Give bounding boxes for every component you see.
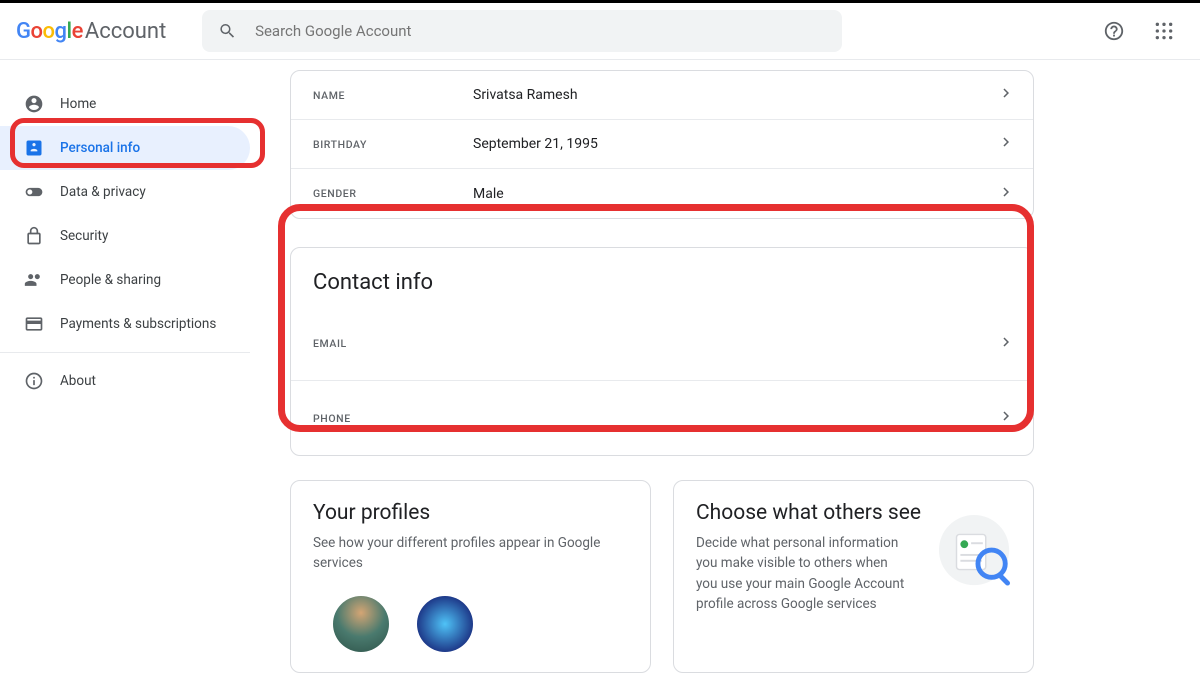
your-profiles-card[interactable]: Your profiles See how your different pro… (290, 480, 651, 673)
two-column-cards: Your profiles See how your different pro… (290, 480, 1034, 673)
help-icon (1103, 20, 1125, 42)
sidebar-item-label: Data & privacy (60, 184, 146, 200)
profile-avatar-1[interactable] (333, 596, 389, 652)
row-gender[interactable]: GENDER Male (291, 169, 1033, 218)
apps-grid-icon (1154, 21, 1174, 41)
sidebar-item-home[interactable]: Home (0, 82, 250, 126)
help-button[interactable] (1094, 11, 1134, 51)
profiles-avatars (313, 596, 628, 652)
choose-desc: Decide what personal information you mak… (696, 533, 911, 614)
row-key: EMAIL (313, 337, 473, 350)
chevron-right-icon (997, 84, 1015, 106)
row-phone[interactable]: PHONE (291, 381, 1033, 455)
basic-info-card: NAME Srivatsa Ramesh BIRTHDAY September … (290, 70, 1034, 219)
row-value: Male (473, 186, 504, 202)
row-key: BIRTHDAY (313, 138, 473, 151)
card-icon (24, 314, 44, 334)
row-birthday[interactable]: BIRTHDAY September 21, 1995 (291, 120, 1033, 169)
chevron-right-icon (997, 133, 1015, 155)
sidebar-item-people-sharing[interactable]: People & sharing (0, 258, 250, 302)
apps-button[interactable] (1144, 11, 1184, 51)
row-key: PHONE (313, 412, 473, 425)
contact-info-title: Contact info (291, 270, 1033, 307)
search-icon (218, 21, 237, 41)
chevron-right-icon (997, 407, 1015, 429)
sidebar-item-personal-info[interactable]: Personal info (0, 126, 250, 170)
header: Google Account (0, 3, 1200, 60)
sidebar-item-about[interactable]: About (0, 359, 250, 403)
row-key: NAME (313, 89, 473, 102)
choose-others-see-card[interactable]: Choose what others see Decide what perso… (673, 480, 1034, 673)
chevron-right-icon (997, 183, 1015, 205)
sidebar-item-label: Home (60, 96, 96, 112)
sidebar-item-label: People & sharing (60, 272, 161, 288)
row-name[interactable]: NAME Srivatsa Ramesh (291, 71, 1033, 120)
sidebar-item-payments[interactable]: Payments & subscriptions (0, 302, 250, 346)
row-key: GENDER (313, 187, 473, 200)
id-card-icon (24, 138, 44, 158)
row-email[interactable]: EMAIL (291, 307, 1033, 381)
people-icon (24, 270, 44, 290)
profiles-desc: See how your different profiles appear i… (313, 533, 628, 574)
row-value: September 21, 1995 (473, 136, 598, 152)
sidebar-item-label: Security (60, 228, 108, 244)
sidebar-item-data-privacy[interactable]: Data & privacy (0, 170, 250, 214)
chevron-right-icon (997, 333, 1015, 355)
search-container[interactable] (202, 10, 842, 52)
main-content: NAME Srivatsa Ramesh BIRTHDAY September … (280, 60, 1200, 673)
profile-avatar-2[interactable] (417, 596, 473, 652)
person-circle-icon (24, 94, 44, 114)
sidebar-item-label: Personal info (60, 140, 140, 156)
sidebar-item-label: About (60, 373, 96, 389)
sidebar-item-label: Payments & subscriptions (60, 316, 216, 332)
contact-info-card: Contact info EMAIL PHONE (290, 247, 1034, 456)
row-value: Srivatsa Ramesh (473, 87, 578, 103)
sidebar-divider (0, 352, 250, 353)
logo-account-text: Account (85, 19, 166, 44)
sidebar-item-security[interactable]: Security (0, 214, 250, 258)
profiles-title: Your profiles (313, 501, 628, 525)
sidebar: Home Personal info Data & privacy Securi… (0, 60, 280, 673)
search-input[interactable] (255, 22, 826, 40)
privacy-illustration (937, 513, 1015, 591)
lock-icon (24, 226, 44, 246)
info-icon (24, 371, 44, 391)
toggle-icon (24, 182, 44, 202)
google-account-logo[interactable]: Google Account (16, 19, 166, 44)
